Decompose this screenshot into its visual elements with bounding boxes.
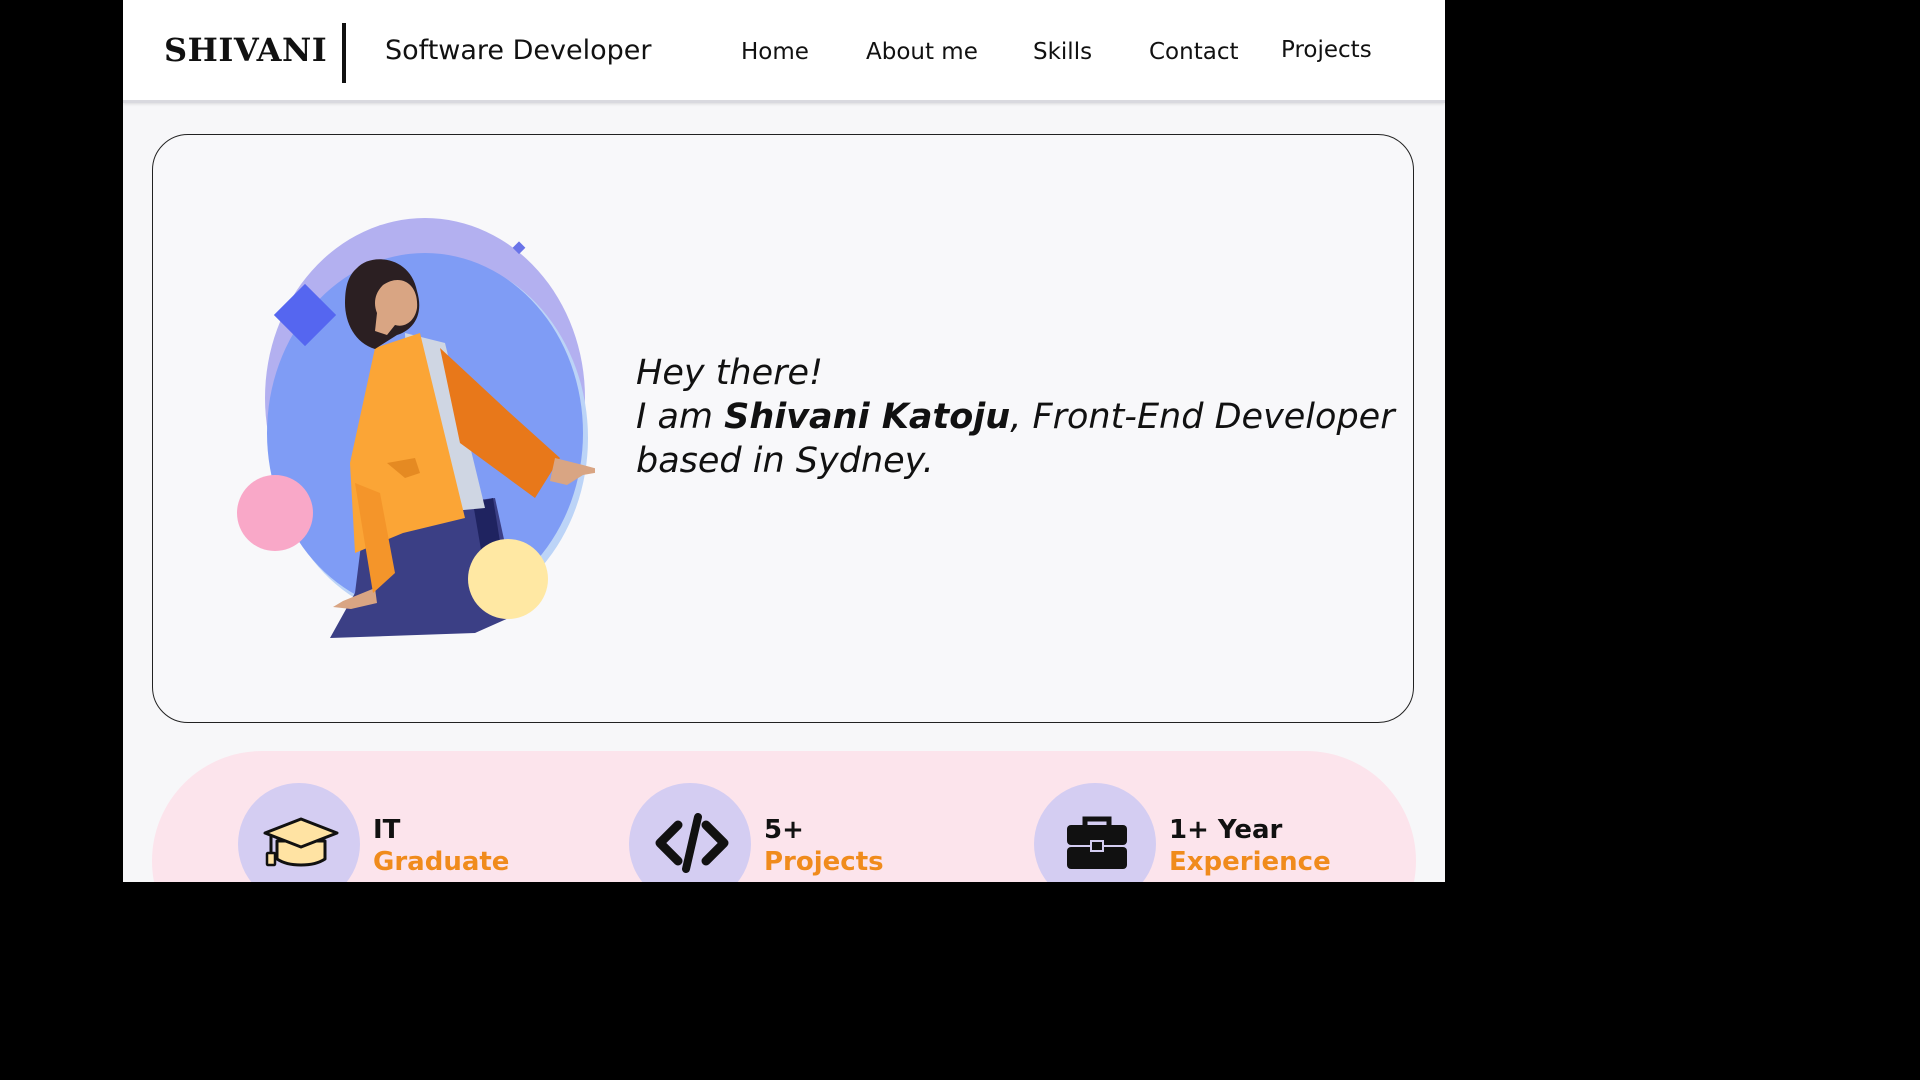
intro-prefix: I am (636, 397, 725, 437)
stat-icon-circle (629, 783, 751, 882)
logo[interactable]: SHIVANI (164, 30, 327, 70)
nav-contact[interactable]: Contact (1149, 37, 1238, 67)
developer-name: Shivani Katoju (724, 397, 1011, 437)
hero-card: Hey there! I am Shivani Katoju, Front-En… (152, 134, 1414, 723)
intro-location: based in Sydney. (636, 441, 934, 481)
code-icon (655, 813, 729, 873)
stat-icon-circle (1034, 783, 1156, 882)
intro-line: I am Shivani Katoju, Front-End Developer (636, 395, 1396, 439)
stat-subtitle: Experience (1169, 847, 1331, 877)
graduation-cap-icon (263, 817, 339, 867)
stat-subtitle: Graduate (373, 847, 510, 877)
nav-about-me[interactable]: About me (866, 37, 978, 67)
page: SHIVANI Software Developer Home About me… (123, 0, 1445, 882)
stats-bar: IT Graduate 5+ Projects 1+ Year Experien… (152, 751, 1416, 882)
stat-icon-circle (238, 783, 360, 882)
greeting: Hey there! (636, 353, 824, 393)
nav-projects[interactable]: Projects (1281, 35, 1372, 65)
intro-suffix: , Front-End Developer (1010, 397, 1395, 437)
stat-subtitle: Projects (764, 847, 884, 877)
stat-title: 1+ Year (1169, 815, 1283, 845)
nav-home[interactable]: Home (741, 37, 809, 67)
briefcase-icon (1067, 816, 1127, 869)
nav-skills[interactable]: Skills (1033, 37, 1092, 67)
stat-title: 5+ (764, 815, 804, 845)
stat-title: IT (373, 815, 401, 845)
tagline: Software Developer (385, 35, 652, 66)
developer-illustration (237, 218, 595, 638)
logo-divider (342, 23, 346, 83)
intro-text: Hey there! I am Shivani Katoju, Front-En… (636, 351, 1396, 483)
site-header: SHIVANI Software Developer Home About me… (123, 0, 1445, 103)
